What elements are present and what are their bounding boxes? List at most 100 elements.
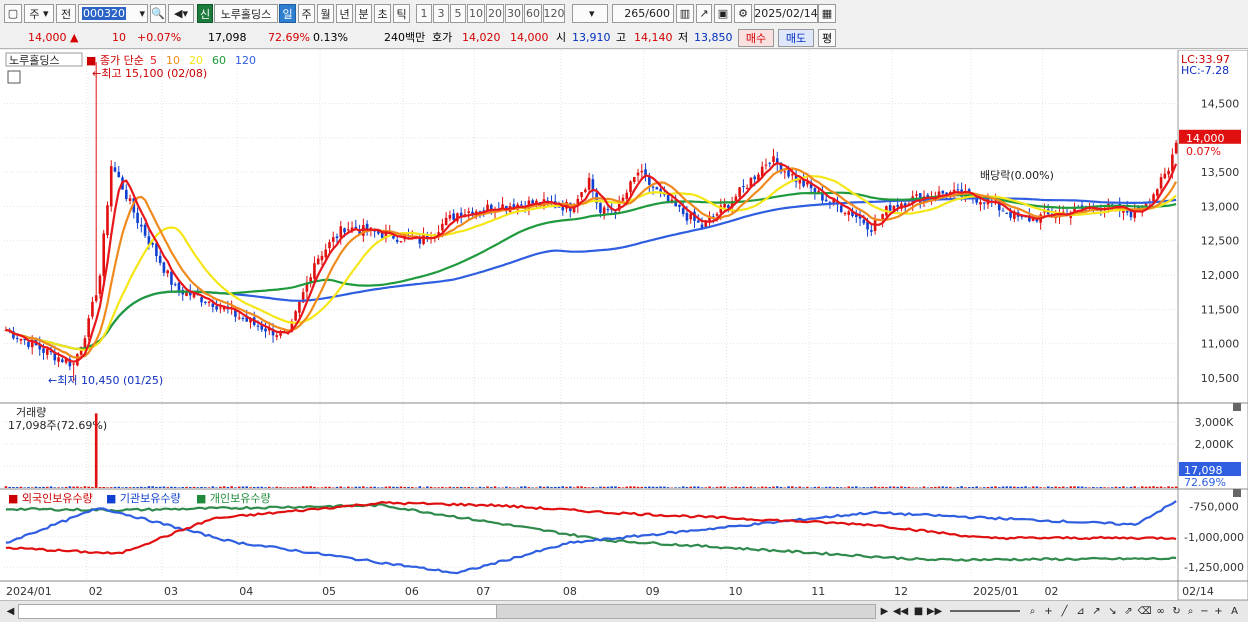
interval-button-5[interactable]: 5 bbox=[450, 4, 466, 23]
period-tab-6[interactable]: 틱 bbox=[393, 4, 410, 23]
count-input[interactable]: 265/600 bbox=[612, 4, 674, 23]
zoom-in-icon[interactable]: + bbox=[1212, 604, 1225, 619]
candle-type-icon[interactable]: ▥ bbox=[676, 4, 694, 23]
stop-icon[interactable]: ■ bbox=[912, 604, 925, 619]
zoom-out-icon[interactable]: − bbox=[1198, 604, 1211, 619]
candle-body bbox=[422, 234, 425, 244]
interval-button-3[interactable]: 3 bbox=[433, 4, 449, 23]
volume-bar bbox=[287, 487, 290, 488]
scroll-thumb[interactable] bbox=[496, 604, 876, 619]
code-input[interactable]: 000320▾ bbox=[78, 4, 148, 23]
volume-bar bbox=[893, 487, 896, 488]
stock-chart[interactable]: 14,50014,00013,50013,00012,50012,00011,5… bbox=[0, 50, 1248, 600]
volume-bar bbox=[513, 487, 516, 488]
play-icon[interactable]: ▶ bbox=[878, 604, 891, 619]
font-icon[interactable]: A bbox=[1228, 604, 1241, 619]
interval-button-1[interactable]: 1 bbox=[416, 4, 432, 23]
candle-body bbox=[682, 208, 685, 214]
volume-bar bbox=[1066, 487, 1069, 488]
volume-bar bbox=[844, 487, 847, 488]
volume-bar bbox=[614, 486, 617, 488]
volume-bar bbox=[994, 486, 997, 488]
holdings-indiv-legend: ■ 개인보유수량 bbox=[196, 492, 271, 505]
search-small-icon[interactable]: ⌕ bbox=[1184, 604, 1197, 619]
candle-body bbox=[787, 170, 790, 176]
period-tab-3[interactable]: 년 bbox=[336, 4, 353, 23]
interval-button-20[interactable]: 20 bbox=[486, 4, 504, 23]
volume-bar bbox=[674, 487, 677, 488]
buy-button[interactable]: 매수 bbox=[738, 29, 774, 47]
candle-body bbox=[324, 250, 327, 258]
period-tab-4[interactable]: 분 bbox=[355, 4, 372, 23]
chart-scrollbar[interactable]: ◀ ▶ ◀◀ ■ ▶▶ ⌕ + ╱ ⊿ ↗ ↘ ⇗ ⌫ ∞ ↻ ⌕ − + A bbox=[0, 600, 1248, 622]
date-input[interactable]: 2025/02/14 bbox=[754, 4, 818, 23]
save-icon[interactable]: ▣ bbox=[714, 4, 732, 23]
candle-body bbox=[957, 189, 960, 190]
draw-tool-icon[interactable]: ↗ bbox=[696, 4, 712, 23]
volume-bar bbox=[159, 487, 162, 488]
sell-button[interactable]: 매도 bbox=[778, 29, 814, 47]
volume-bar bbox=[776, 486, 779, 488]
ask-price-2: 14,000 bbox=[510, 30, 549, 46]
link-icon[interactable]: ∞ bbox=[1154, 604, 1167, 619]
window-icon[interactable]: ▢ bbox=[4, 4, 22, 23]
scroll-left-icon[interactable]: ◀ bbox=[4, 604, 17, 619]
candle-body bbox=[336, 236, 339, 238]
volume-bar bbox=[35, 487, 38, 488]
price-tick-label: 11,000 bbox=[1201, 338, 1240, 351]
candle-body bbox=[686, 213, 689, 221]
scroll-track[interactable] bbox=[18, 604, 498, 619]
volume-bar bbox=[1043, 487, 1046, 488]
line-tool-icon[interactable]: ╱ bbox=[1058, 604, 1071, 619]
arrow-tool-icon[interactable]: ↘ bbox=[1106, 604, 1119, 619]
volume-bar bbox=[80, 487, 83, 488]
volume-bar bbox=[339, 486, 342, 488]
channel-icon[interactable]: ⇗ bbox=[1122, 604, 1135, 619]
type-select[interactable]: 전 bbox=[56, 4, 76, 23]
candle-body bbox=[102, 233, 105, 275]
interval-button-30[interactable]: 30 bbox=[505, 4, 523, 23]
trend-icon[interactable]: ↗ bbox=[1090, 604, 1103, 619]
volume-bar bbox=[392, 487, 395, 488]
volume-bar bbox=[20, 487, 23, 488]
zoom-slider[interactable] bbox=[950, 610, 1020, 612]
volume-bar bbox=[486, 487, 489, 488]
candle-body bbox=[27, 342, 30, 347]
ruler-icon[interactable]: ⊿ bbox=[1074, 604, 1087, 619]
volume-bar bbox=[38, 487, 41, 488]
interval-button-120[interactable]: 120 bbox=[543, 4, 565, 23]
magnify-icon[interactable]: ⌕ bbox=[1026, 604, 1039, 619]
candle-body bbox=[166, 270, 169, 273]
candle-body bbox=[599, 203, 602, 213]
volume-bar bbox=[8, 487, 11, 488]
volume-bar bbox=[1107, 487, 1110, 488]
speaker-icon[interactable]: ◀▾ bbox=[168, 4, 194, 23]
volume-bar bbox=[136, 487, 139, 488]
volume-bar bbox=[396, 487, 399, 488]
volume-bar bbox=[904, 487, 907, 488]
candle-body bbox=[847, 211, 850, 214]
calendar-icon[interactable]: ▦ bbox=[818, 4, 836, 23]
gear-icon[interactable]: ⚙ bbox=[734, 4, 752, 23]
rewind-icon[interactable]: ◀◀ bbox=[894, 604, 907, 619]
interval-button-60[interactable]: 60 bbox=[524, 4, 542, 23]
evaluate-button[interactable]: 평 bbox=[818, 29, 836, 47]
refresh-icon[interactable]: ↻ bbox=[1170, 604, 1183, 619]
interval-button-10[interactable]: 10 bbox=[467, 4, 485, 23]
eraser-icon[interactable]: ⌫ bbox=[1138, 604, 1151, 619]
volume-bar bbox=[866, 487, 869, 488]
search-icon[interactable]: 🔍 bbox=[150, 4, 166, 23]
volume-bar bbox=[430, 487, 433, 488]
volume-bar bbox=[896, 487, 899, 488]
period-tab-0[interactable]: 일 bbox=[279, 4, 296, 23]
fast-forward-icon[interactable]: ▶▶ bbox=[928, 604, 941, 619]
volume-bar bbox=[1009, 486, 1012, 488]
period-tab-2[interactable]: 월 bbox=[317, 4, 334, 23]
period-tab-1[interactable]: 주 bbox=[298, 4, 315, 23]
interval-custom-select[interactable]: ▾ bbox=[572, 4, 608, 23]
market-select[interactable]: 주 ▾ bbox=[24, 4, 54, 23]
period-tab-5[interactable]: 초 bbox=[374, 4, 391, 23]
crosshair-icon[interactable]: + bbox=[1042, 604, 1055, 619]
volume-bar bbox=[945, 487, 948, 488]
volume-bar bbox=[569, 486, 572, 488]
